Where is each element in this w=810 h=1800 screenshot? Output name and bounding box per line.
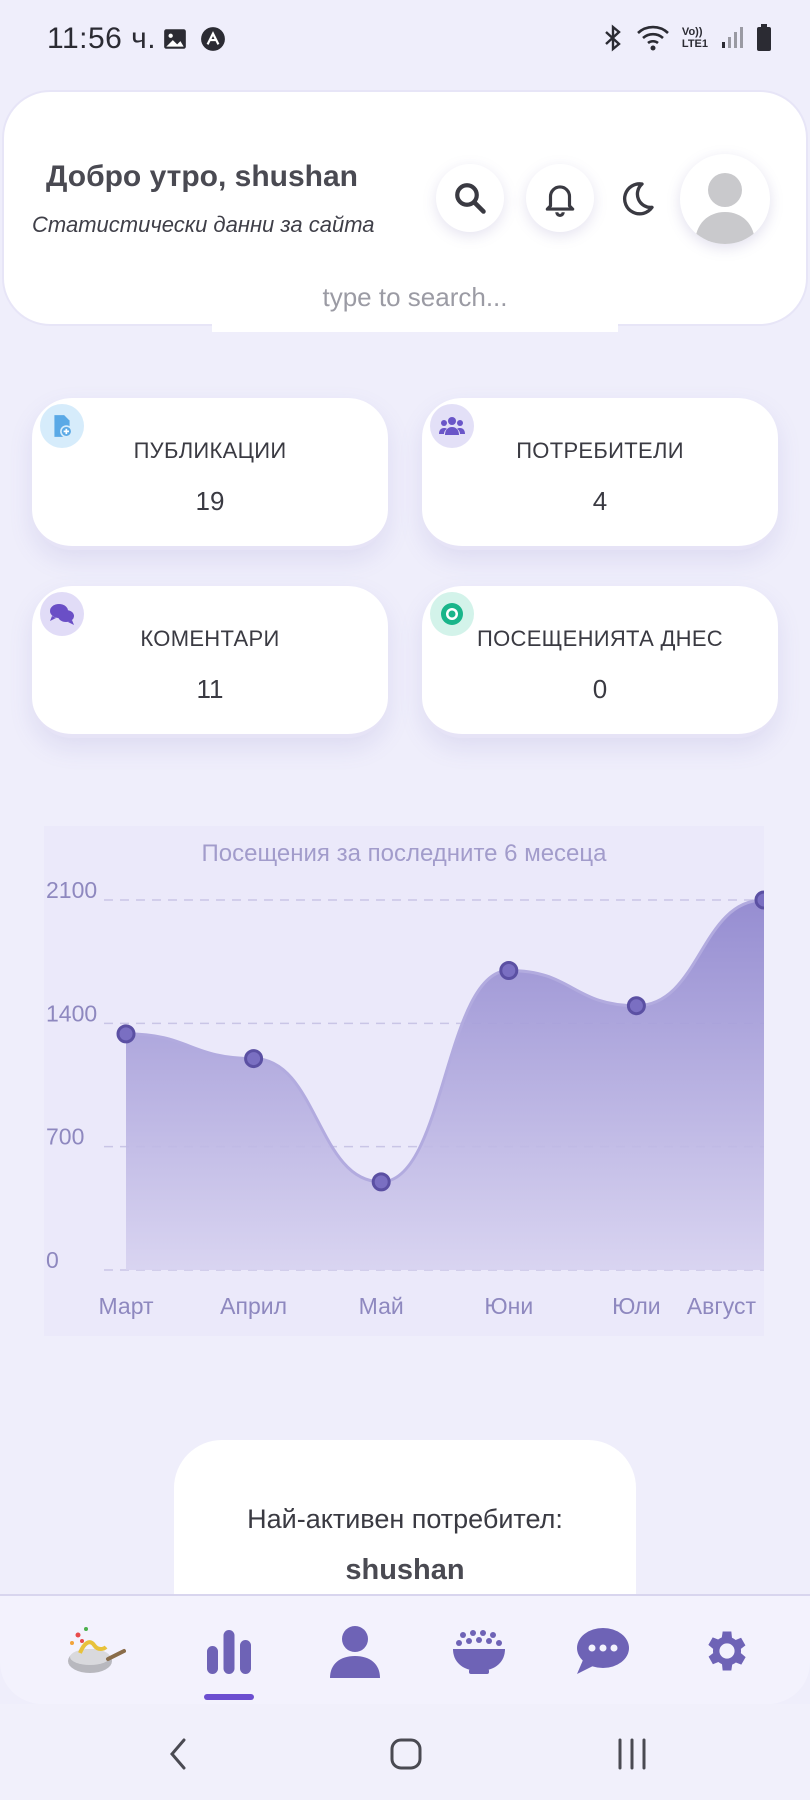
system-recents-button[interactable] [602,1732,662,1776]
user-icon [330,1626,380,1678]
home-icon [390,1738,422,1770]
settings-icon [708,1631,746,1671]
x-tick-label: Март [98,1293,153,1319]
status-bar: 11:56 ч. Vo)) LTE1 [0,0,810,82]
search-input[interactable] [263,280,567,314]
stats-icon [207,1630,251,1674]
stat-card-users: ПОТРЕБИТЕЛИ 4 [422,398,778,550]
stat-card-comments: КОМЕНТАРИ 11 [32,586,388,738]
stat-label: КОМЕНТАРИ [140,626,280,651]
nav-settings[interactable] [692,1616,762,1686]
recents-icon [618,1738,646,1770]
chart-point[interactable] [371,1172,391,1192]
stat-label: ПОСЕЩЕНИЯТА ДНЕС [476,626,723,651]
x-tick-label: Април [220,1293,287,1319]
chart-point[interactable] [499,960,519,980]
chart-point[interactable] [244,1049,264,1069]
stat-label: ПУБЛИКАЦИИ [133,438,287,463]
notifications-button[interactable] [526,164,594,232]
system-nav-bar [0,1704,810,1800]
nav-home-logo[interactable] [58,1616,128,1686]
stat-label: ПОТРЕБИТЕЛИ [516,438,684,463]
avatar[interactable] [680,154,770,244]
user-avatar-icon [695,173,755,244]
image-icon [164,29,186,49]
visits-chart: Посещения за последните 6 месеца 0 700 140… [44,826,764,1336]
users-icon [439,417,465,435]
volte-label: Vo)) [681,26,703,38]
bluetooth-icon [605,24,621,52]
wifi-icon [637,25,669,51]
search-field-container [212,262,618,332]
most-active-label: Най-активен потребител: [247,1504,563,1534]
chat-icon [577,1628,629,1674]
system-home-button[interactable] [376,1732,436,1776]
chart-point[interactable] [626,996,646,1016]
dishes-icon [453,1630,505,1674]
chart-point[interactable] [754,890,764,910]
document-add-icon [54,415,73,438]
stat-card-visits-today: ПОСЕЩЕНИЯТА ДНЕС 0 [422,586,778,738]
comments-icon [50,604,74,625]
x-tick-label: Юни [484,1293,533,1319]
y-tick-label: 2100 [46,877,97,903]
stat-value: 19 [195,486,225,516]
x-tick-label: Август [687,1293,757,1319]
back-icon [170,1738,186,1770]
search-icon [455,183,486,214]
stat-value: 4 [592,486,608,516]
nav-active-indicator [204,1694,254,1700]
system-back-button[interactable] [148,1732,208,1776]
chef-logo-icon [68,1627,126,1673]
nav-users[interactable] [320,1616,390,1686]
chart-area [126,900,764,1270]
moon-icon [622,182,654,216]
bell-icon [545,185,575,217]
stat-card-publications: ПУБЛИКАЦИИ 19 [32,398,388,550]
nav-stats[interactable] [194,1616,264,1686]
visits-chart-svg: Посещения за последните 6 месеца 0 700 140… [46,840,764,1319]
most-active-name: shushan [345,1554,465,1586]
page-subtitle: Статистически данни за сайта [32,212,375,237]
eye-icon [441,603,463,625]
app-a-icon [201,27,225,51]
status-time: 11:56 ч. [47,22,157,55]
lte-label: LTE1 [681,38,708,50]
y-tick-label: 1400 [46,1000,97,1026]
chart-title: Посещения за последните 6 месеца [202,840,608,867]
y-tick-label: 0 [46,1247,59,1273]
greeting-title: Добро утро, shushan [46,160,358,193]
stat-value: 0 [592,674,608,704]
stat-value: 11 [196,674,224,704]
x-tick-label: Май [359,1293,404,1319]
dark-mode-toggle[interactable] [614,176,660,222]
chart-point[interactable] [116,1024,136,1044]
x-tick-label: Юли [612,1293,660,1319]
bottom-nav [0,1594,810,1704]
battery-icon [757,24,771,51]
y-tick-label: 700 [46,1124,84,1150]
signal-icon [722,27,743,48]
nav-dishes[interactable] [444,1616,514,1686]
volte-lte-icon: Vo)) LTE1 [682,26,708,50]
search-button[interactable] [436,164,504,232]
nav-chat[interactable] [568,1616,638,1686]
